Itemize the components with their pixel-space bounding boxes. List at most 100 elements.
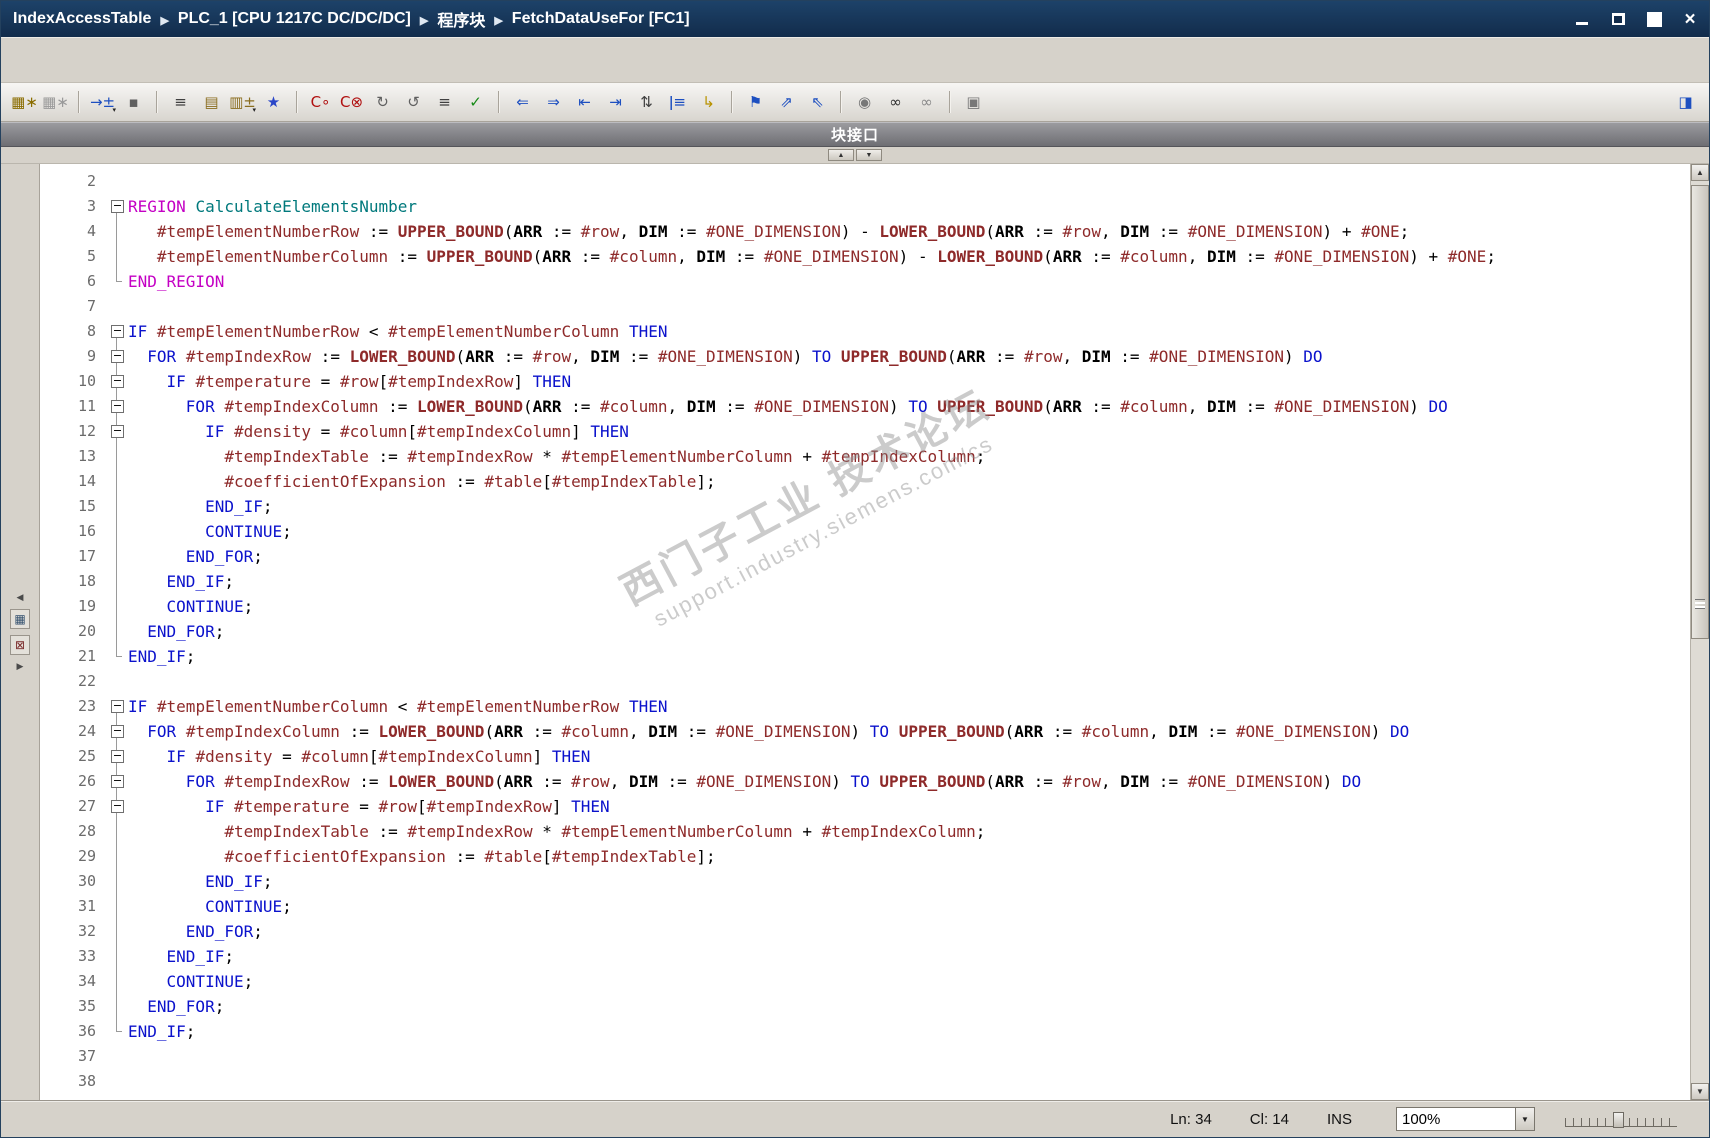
close-panel-icon[interactable]: ⊠ [10,635,30,655]
maximize-icon[interactable] [1643,9,1665,29]
scrollbar-split-grip[interactable] [1695,599,1705,609]
code-line[interactable]: 17 END_FOR; [40,544,1690,569]
breadcrumb-item[interactable]: 程序块 [437,7,485,31]
splitter-collapse-up-icon[interactable]: ▲ [828,149,854,161]
retain-setting-icon[interactable]: ▪ [120,89,147,116]
goto-network-icon[interactable]: ↳ [695,89,722,116]
code-line[interactable]: 11 FOR #tempIndexColumn := LOWER_BOUND(A… [40,394,1690,419]
code-line[interactable]: 33 END_IF; [40,944,1690,969]
scroll-down-icon[interactable]: ▼ [1691,1083,1709,1100]
code-line[interactable]: 16 CONTINUE; [40,519,1690,544]
code-line[interactable]: 2 [40,169,1690,194]
fold-collapse-icon[interactable] [106,319,128,344]
code-line[interactable]: 20 END_FOR; [40,619,1690,644]
code-line[interactable]: 37 [40,1044,1690,1069]
set-bookmark-icon[interactable]: ⚑ [742,89,769,116]
code-line[interactable]: 36 END_IF; [40,1019,1690,1044]
code-line[interactable]: 26 FOR #tempIndexRow := LOWER_BOUND(ARR … [40,769,1690,794]
zoom-slider-thumb[interactable] [1613,1112,1624,1128]
code-line[interactable]: 12 IF #density = #column[#tempIndexColum… [40,419,1690,444]
code-line[interactable]: 9 FOR #tempIndexRow := LOWER_BOUND(ARR :… [40,344,1690,369]
monitor-on-icon[interactable]: ∞ [882,89,909,116]
insert-operand-icon[interactable]: ▥± ▾ [229,89,256,116]
vertical-scrollbar[interactable]: ▲ ▼ [1690,164,1709,1100]
code-line[interactable]: 30 END_IF; [40,869,1690,894]
fold-collapse-icon[interactable] [106,369,128,394]
renumber-networks-icon[interactable]: ⇅ [633,89,660,116]
monitor-off-icon[interactable]: ∞ [913,89,940,116]
indent-icon[interactable]: ⇥ [602,89,629,116]
syntax-check-icon[interactable]: ✓ [462,89,489,116]
code-line[interactable]: 3 REGION CalculateElementsNumber [40,194,1690,219]
code-line[interactable]: 10 IF #temperature = #row[#tempIndexRow]… [40,369,1690,394]
splitter-expand-down-icon[interactable]: ▼ [856,149,882,161]
find-replace-icon[interactable]: ★ [260,89,287,116]
fold-collapse-icon[interactable] [106,194,128,219]
breadcrumb-item[interactable]: FetchDataUseFor [FC1] [512,10,690,28]
code-line[interactable]: 6 END_REGION [40,269,1690,294]
next-bookmark-icon[interactable]: ⇗ [773,89,800,116]
fold-collapse-icon[interactable] [106,769,128,794]
insert-scl-network-icon[interactable]: ▦∗ [42,89,69,116]
fold-collapse-icon[interactable] [106,344,128,369]
code-line[interactable]: 22 [40,669,1690,694]
code-line[interactable]: 31 CONTINUE; [40,894,1690,919]
open-all-networks-icon[interactable]: ▤ [198,89,225,116]
code-line[interactable]: 34 CONTINUE; [40,969,1690,994]
breadcrumb-item[interactable]: PLC_1 [CPU 1217C DC/DC/DC] [178,10,411,28]
fold-collapse-icon[interactable] [106,419,128,444]
code-line[interactable]: 14 #coefficientOfExpansion := #table[#te… [40,469,1690,494]
code-line[interactable]: 29 #coefficientOfExpansion := #table[#te… [40,844,1690,869]
code-line[interactable]: 38 [40,1069,1690,1094]
code-line[interactable]: 28 #tempIndexTable := #tempIndexRow * #t… [40,819,1690,844]
restore-icon[interactable] [1607,9,1629,29]
code-line[interactable]: 21 END_IF; [40,644,1690,669]
close-icon[interactable]: × [1679,9,1701,29]
code-line[interactable]: 32 END_FOR; [40,919,1690,944]
code-line[interactable]: 35 END_FOR; [40,994,1690,1019]
collapse-pane-arrow-icon[interactable]: ◀ [17,592,24,603]
code-line[interactable]: 18 END_IF; [40,569,1690,594]
code-line[interactable]: 23 IF #tempElementNumberColumn < #tempEle… [40,694,1690,719]
code-line[interactable]: 7 [40,294,1690,319]
expand-pane-arrow-icon[interactable]: ▶ [17,661,24,672]
zoom-dropdown-icon[interactable]: ▼ [1516,1107,1535,1131]
code-line[interactable]: 24 FOR #tempIndexColumn := LOWER_BOUND(A… [40,719,1690,744]
minimize-icon[interactable] [1571,9,1593,29]
show-symbol-info-icon[interactable]: ǀ≡ [664,89,691,116]
scroll-up-icon[interactable]: ▲ [1691,164,1709,181]
code-line[interactable]: 4 #tempElementNumberRow := UPPER_BOUND(A… [40,219,1690,244]
fold-collapse-icon[interactable] [106,394,128,419]
zoom-input[interactable] [1396,1107,1516,1131]
fold-collapse-icon[interactable] [106,719,128,744]
call-environment-icon[interactable]: ◉ [851,89,878,116]
know-how-protection-icon[interactable]: ▣ [960,89,987,116]
code-line[interactable]: 15 END_IF; [40,494,1690,519]
expand-statements-icon[interactable]: ≡ [431,89,458,116]
disable-eno-icon[interactable]: C⊗ [338,89,365,116]
previous-error-icon[interactable]: ⇐ [509,89,536,116]
code-line[interactable]: 27 IF #temperature = #row[#tempIndexRow]… [40,794,1690,819]
next-error-icon[interactable]: ⇒ [540,89,567,116]
update-block-calls-icon[interactable]: ↻ [369,89,396,116]
code-line[interactable]: 19 CONTINUE; [40,594,1690,619]
task-card-panel-icon[interactable]: ▦ [10,609,30,629]
code-line[interactable]: 8 IF #tempElementNumberRow < #tempElement… [40,319,1690,344]
network-comments-icon[interactable]: ≡ [167,89,194,116]
fold-collapse-icon[interactable] [106,694,128,719]
enable-eno-icon[interactable]: C∘ [307,89,334,116]
outdent-icon[interactable]: ⇤ [571,89,598,116]
insert-network-icon[interactable]: ▦∗ [11,89,38,116]
refresh-interface-icon[interactable]: ↺ [400,89,427,116]
toggle-operand-display-icon[interactable]: →± ▾ [89,89,116,116]
code-line[interactable]: 25 IF #density = #column[#tempIndexColum… [40,744,1690,769]
fold-collapse-icon[interactable] [106,744,128,769]
split-editor-icon[interactable]: ◨ [1672,89,1699,116]
fold-collapse-icon[interactable] [106,794,128,819]
block-interface-header[interactable]: 块接口 [1,122,1709,147]
previous-bookmark-icon[interactable]: ⇖ [804,89,831,116]
scrollbar-track[interactable] [1691,181,1709,1083]
zoom-slider[interactable] [1565,1109,1677,1129]
code-line[interactable]: 5 #tempElementNumberColumn := UPPER_BOUN… [40,244,1690,269]
code-line[interactable]: 13 #tempIndexTable := #tempIndexRow * #t… [40,444,1690,469]
